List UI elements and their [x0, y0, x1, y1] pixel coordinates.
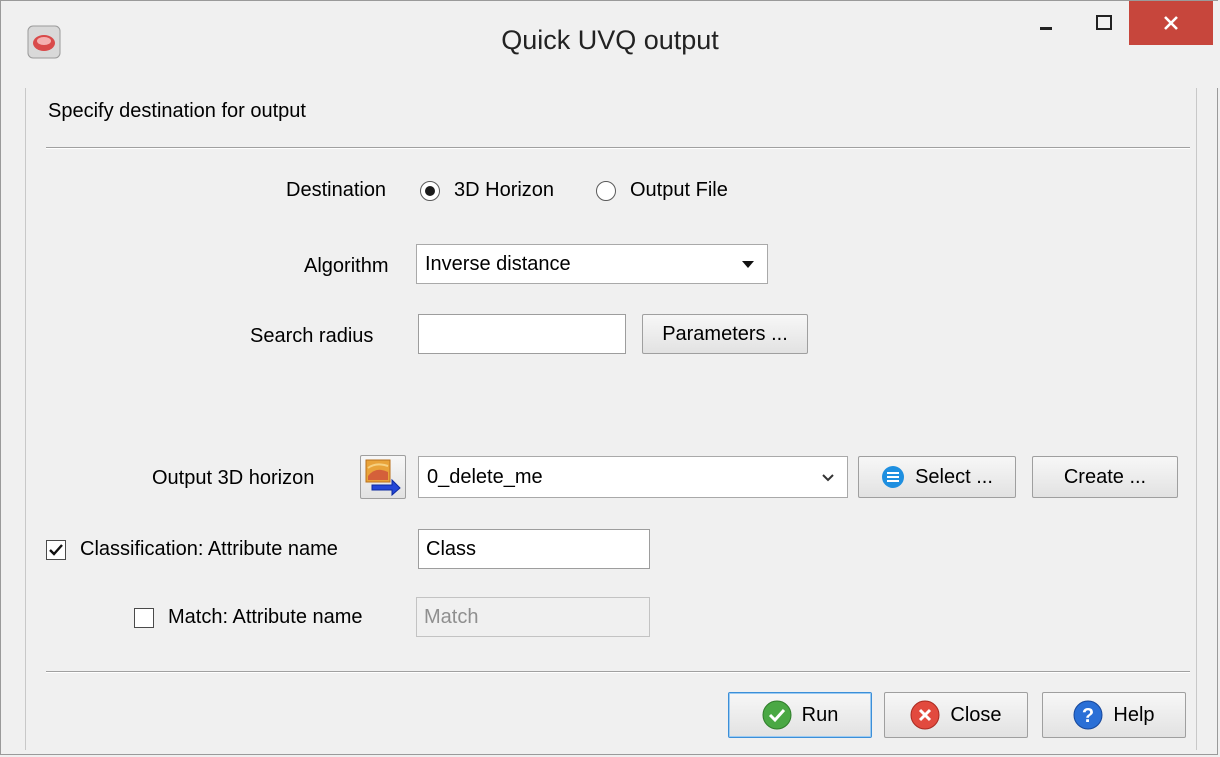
minimize-icon	[1040, 27, 1052, 30]
classification-attribute-value: Class	[426, 538, 477, 560]
horizon-pick-button[interactable]	[360, 455, 406, 499]
match-label[interactable]: Match: Attribute name	[168, 606, 363, 629]
radio-output-file-label[interactable]: Output File	[630, 179, 728, 202]
algorithm-dropdown[interactable]: Inverse distance	[416, 244, 768, 284]
output-horizon-value: 0_delete_me	[427, 466, 543, 488]
checkmark-icon	[49, 544, 63, 556]
bottom-separator	[46, 671, 1190, 673]
match-attribute-value: Match	[424, 606, 479, 628]
maximize-icon	[1096, 15, 1112, 30]
radio-3d-horizon[interactable]	[420, 181, 440, 201]
chevron-down-icon	[822, 474, 834, 482]
run-button-label: Run	[801, 703, 839, 726]
classification-label[interactable]: Classification: Attribute name	[80, 538, 338, 561]
close-button-label: Close	[950, 703, 1002, 726]
help-icon: ?	[1073, 700, 1103, 730]
search-radius-input[interactable]	[418, 314, 626, 354]
window-close-button[interactable]	[1129, 1, 1213, 45]
list-icon	[882, 466, 905, 488]
radio-output-file[interactable]	[596, 181, 616, 201]
close-button[interactable]: Close	[884, 692, 1028, 738]
help-button[interactable]: ? Help	[1042, 692, 1186, 738]
output-horizon-label: Output 3D horizon	[152, 467, 315, 489]
radio-3d-horizon-label[interactable]: 3D Horizon	[454, 179, 554, 202]
dialog-window: Quick UVQ output Specify destination for…	[0, 0, 1219, 755]
destination-label: Destination	[286, 179, 387, 201]
algorithm-label: Algorithm	[304, 255, 389, 277]
match-attribute-input: Match	[416, 597, 650, 637]
run-button[interactable]: Run	[728, 692, 872, 738]
create-button[interactable]: Create ...	[1032, 456, 1178, 498]
maximize-button[interactable]	[1077, 1, 1131, 45]
help-button-label: Help	[1113, 703, 1155, 726]
cancel-icon	[910, 700, 940, 730]
dropdown-arrow-icon	[742, 261, 754, 268]
parameters-button-label: Parameters ...	[662, 322, 788, 345]
match-checkbox[interactable]	[134, 608, 154, 628]
parameters-button[interactable]: Parameters ...	[642, 314, 808, 354]
select-button-label: Select ...	[915, 465, 993, 488]
close-icon	[1164, 16, 1178, 30]
classification-attribute-input[interactable]: Class	[418, 529, 650, 569]
check-circle-icon	[762, 700, 792, 730]
horizon-transfer-icon	[365, 459, 401, 496]
classification-checkbox[interactable]	[46, 540, 66, 560]
search-radius-label: Search radius	[250, 325, 374, 347]
minimize-button[interactable]	[1019, 1, 1073, 45]
svg-text:?: ?	[1082, 705, 1094, 727]
algorithm-selected-value: Inverse distance	[425, 253, 571, 275]
create-button-label: Create ...	[1063, 465, 1147, 488]
dialog-body: Specify destination for output Destinati…	[25, 88, 1197, 750]
title-bar[interactable]: Quick UVQ output	[1, 1, 1219, 88]
output-horizon-combo[interactable]: 0_delete_me	[418, 456, 848, 498]
select-button[interactable]: Select ...	[858, 456, 1016, 498]
top-separator	[46, 147, 1190, 149]
instruction-text: Specify destination for output	[48, 100, 306, 122]
